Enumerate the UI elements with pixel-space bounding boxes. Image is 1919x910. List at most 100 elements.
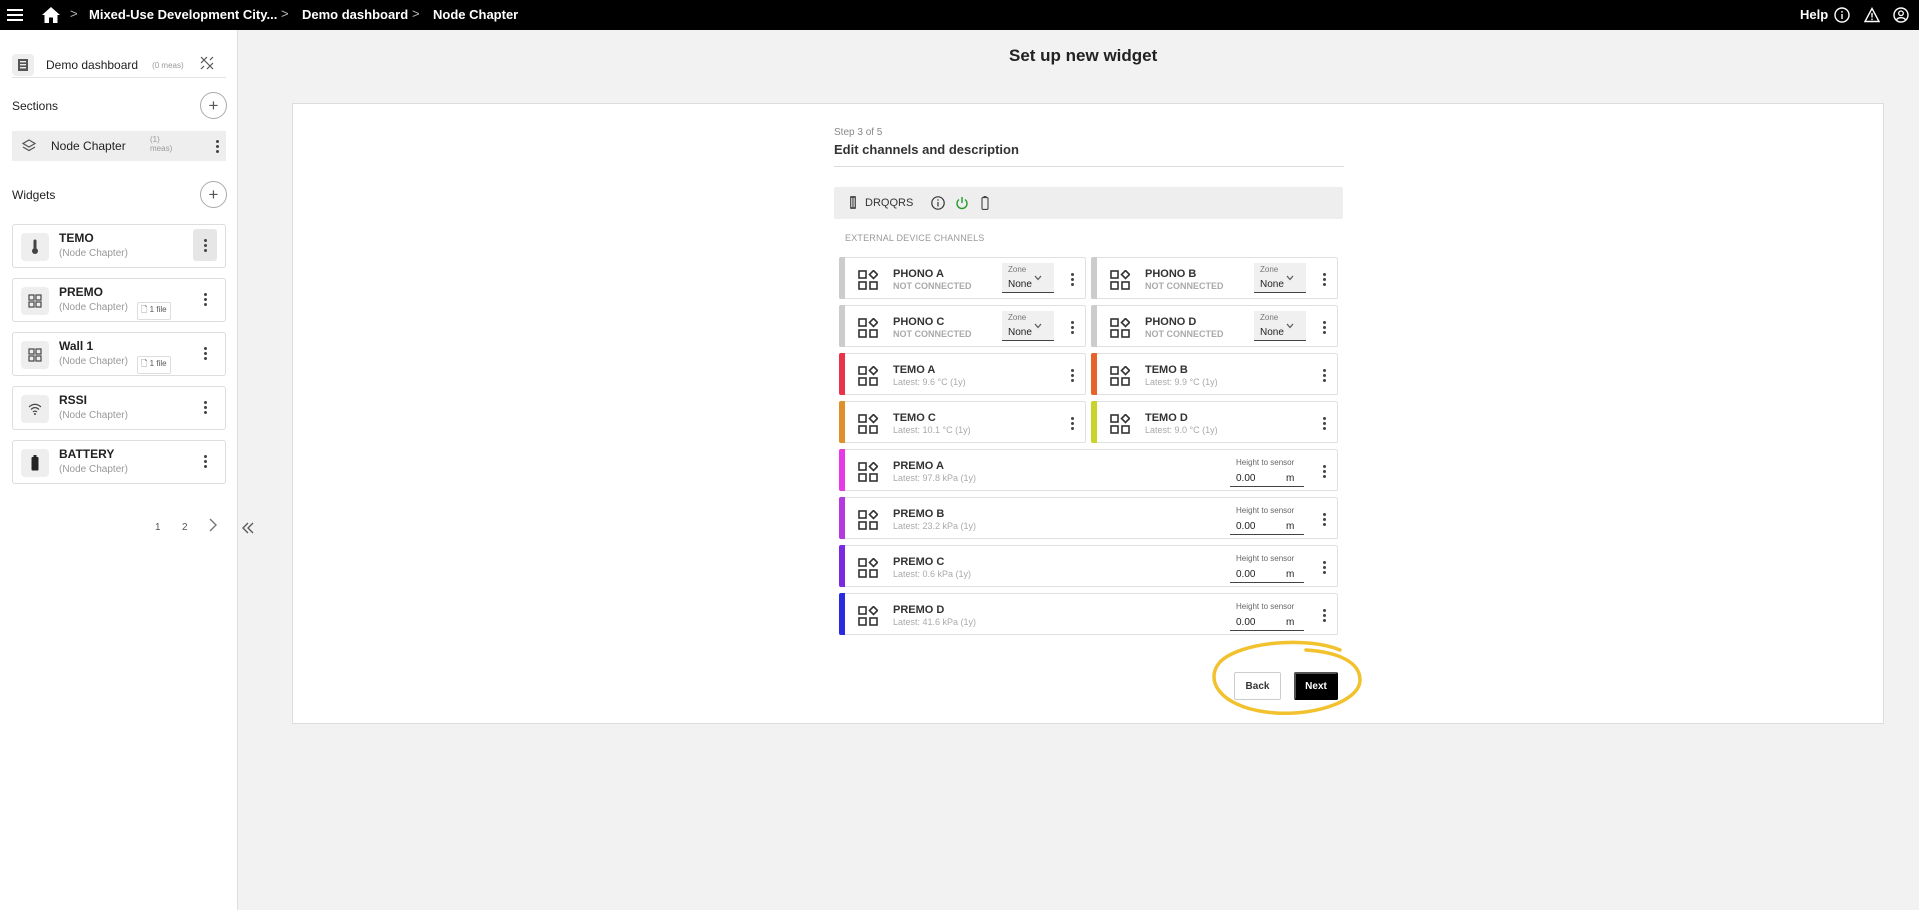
menu-icon[interactable] <box>6 5 26 25</box>
widget-subtitle: (Node Chapter) <box>59 356 128 367</box>
edit-layout-icon[interactable] <box>200 56 216 72</box>
channel-phono-a[interactable]: PHONO A NOT CONNECTED Zone None <box>839 257 1086 299</box>
sections-heading: Sections <box>12 99 59 113</box>
channel-status: NOT CONNECTED <box>1145 329 1224 339</box>
channel-color-bar <box>839 545 845 587</box>
page-title: Set up new widget <box>1009 46 1158 65</box>
channel-more-icon[interactable] <box>1317 606 1331 624</box>
height-value: 0.00 <box>1236 473 1256 484</box>
channel-widget-icon <box>858 557 879 578</box>
channel-phono-c[interactable]: PHONO C NOT CONNECTED Zone None <box>839 305 1086 347</box>
next-page-icon[interactable] <box>208 518 217 535</box>
breadcrumb-project[interactable]: Mixed-Use Development City... <box>89 7 277 22</box>
channel-color-bar <box>839 353 845 395</box>
channel-temo-c[interactable]: TEMO C Latest: 10.1 °C (1y) <box>839 401 1086 443</box>
channel-premo-b[interactable]: PREMO B Latest: 23.2 kPa (1y) Height to … <box>839 497 1338 539</box>
channel-name: TEMO A <box>893 364 936 376</box>
widget-item-temo[interactable]: TEMO (Node Chapter) <box>12 224 226 268</box>
channel-premo-d[interactable]: PREMO D Latest: 41.6 kPa (1y) Height to … <box>839 593 1338 635</box>
widgets-heading: Widgets <box>12 188 56 202</box>
channel-widget-icon <box>858 509 879 530</box>
widget-item-premo[interactable]: PREMO (Node Chapter) 🗋 1 file <box>12 278 226 322</box>
dashboard-item[interactable]: Demo dashboard (0 meas) <box>12 50 226 80</box>
zone-select[interactable]: Zone None <box>1002 311 1054 341</box>
zone-value: None <box>1008 279 1032 290</box>
sidebar-item-node-chapter[interactable]: Node Chapter (1) meas) <box>12 131 226 161</box>
channel-more-icon[interactable] <box>1065 318 1079 336</box>
channel-color-bar <box>839 497 845 539</box>
widget-more-icon[interactable] <box>193 445 217 477</box>
divider <box>12 77 226 78</box>
step-title: Edit channels and description <box>834 142 1019 157</box>
channel-premo-a[interactable]: PREMO A Latest: 97.8 kPa (1y) Height to … <box>839 449 1338 491</box>
height-input[interactable]: 0.00 m <box>1230 469 1304 487</box>
channel-more-icon[interactable] <box>1317 366 1331 384</box>
zone-label: Zone <box>1260 313 1279 322</box>
widget-more-icon[interactable] <box>193 337 217 369</box>
height-input[interactable]: 0.00 m <box>1230 613 1304 631</box>
sidebar: Demo dashboard (0 meas) Sections + Node … <box>0 30 238 910</box>
channel-name: PHONO C <box>893 316 945 328</box>
channel-latest: Latest: 41.6 kPa (1y) <box>893 617 977 627</box>
widget-more-icon[interactable] <box>193 391 217 423</box>
zone-label: Zone <box>1260 265 1279 274</box>
channel-name: TEMO B <box>1145 364 1188 376</box>
widget-item-battery[interactable]: BATTERY (Node Chapter) <box>12 440 226 484</box>
height-input[interactable]: 0.00 m <box>1230 565 1304 583</box>
account-icon[interactable] <box>1891 5 1911 25</box>
zone-select[interactable]: Zone None <box>1254 311 1306 341</box>
back-button[interactable]: Back <box>1234 672 1281 700</box>
channel-more-icon[interactable] <box>1065 366 1079 384</box>
channel-name: PREMO B <box>893 508 945 520</box>
file-badge: 🗋 1 file <box>137 356 171 374</box>
channel-phono-b[interactable]: PHONO B NOT CONNECTED Zone None <box>1091 257 1338 299</box>
next-button[interactable]: Next <box>1294 672 1338 700</box>
add-widget-button[interactable]: + <box>200 181 227 208</box>
channel-more-icon[interactable] <box>1317 558 1331 576</box>
collapse-sidebar-icon[interactable] <box>241 521 255 537</box>
height-unit: m <box>1286 473 1295 484</box>
section-more-icon[interactable] <box>208 137 226 155</box>
widget-item-rssi[interactable]: RSSI (Node Chapter) <box>12 386 226 430</box>
channel-more-icon[interactable] <box>1065 270 1079 288</box>
channel-latest: Latest: 9.0 °C (1y) <box>1145 425 1218 435</box>
channel-premo-c[interactable]: PREMO C Latest: 0.6 kPa (1y) Height to s… <box>839 545 1338 587</box>
page-1-link[interactable]: 1 <box>155 522 161 533</box>
channel-temo-b[interactable]: TEMO B Latest: 9.9 °C (1y) <box>1091 353 1338 395</box>
breadcrumb-dashboard[interactable]: Demo dashboard <box>302 7 408 22</box>
zone-select[interactable]: Zone None <box>1254 263 1306 293</box>
height-value: 0.00 <box>1236 569 1256 580</box>
zone-select[interactable]: Zone None <box>1002 263 1054 293</box>
widget-title: RSSI <box>59 393 88 407</box>
info-icon[interactable] <box>931 196 945 210</box>
breadcrumb-section[interactable]: Node Chapter <box>433 7 518 22</box>
breadcrumb-separator: > <box>412 6 420 21</box>
channel-widget-icon <box>1110 365 1131 386</box>
channel-more-icon[interactable] <box>1317 462 1331 480</box>
channel-more-icon[interactable] <box>1317 414 1331 432</box>
channel-more-icon[interactable] <box>1317 270 1331 288</box>
widget-title: BATTERY <box>59 447 115 461</box>
file-badge-label: 1 file <box>149 305 167 314</box>
help-link[interactable]: Help <box>1800 7 1828 22</box>
page-2-link[interactable]: 2 <box>182 522 188 533</box>
widget-item-wall-1[interactable]: Wall 1 (Node Chapter) 🗋 1 file <box>12 332 226 376</box>
info-icon[interactable] <box>1832 5 1852 25</box>
external-channels-heading: EXTERNAL DEVICE CHANNELS <box>845 233 985 243</box>
alert-icon[interactable] <box>1862 5 1882 25</box>
channel-more-icon[interactable] <box>1317 510 1331 528</box>
add-section-button[interactable]: + <box>200 92 227 119</box>
section-meas: (1) meas) <box>150 135 172 153</box>
channel-temo-d[interactable]: TEMO D Latest: 9.0 °C (1y) <box>1091 401 1338 443</box>
channel-phono-d[interactable]: PHONO D NOT CONNECTED Zone None <box>1091 305 1338 347</box>
channel-color-bar <box>839 305 845 347</box>
home-icon[interactable] <box>40 4 62 26</box>
channel-more-icon[interactable] <box>1065 414 1079 432</box>
height-input[interactable]: 0.00 m <box>1230 517 1304 535</box>
channel-temo-a[interactable]: TEMO A Latest: 9.6 °C (1y) <box>839 353 1086 395</box>
widget-more-icon[interactable] <box>193 283 217 315</box>
zone-value: None <box>1008 327 1032 338</box>
widget-subtitle: (Node Chapter) <box>59 464 128 475</box>
widget-more-icon[interactable] <box>193 229 217 261</box>
channel-more-icon[interactable] <box>1317 318 1331 336</box>
